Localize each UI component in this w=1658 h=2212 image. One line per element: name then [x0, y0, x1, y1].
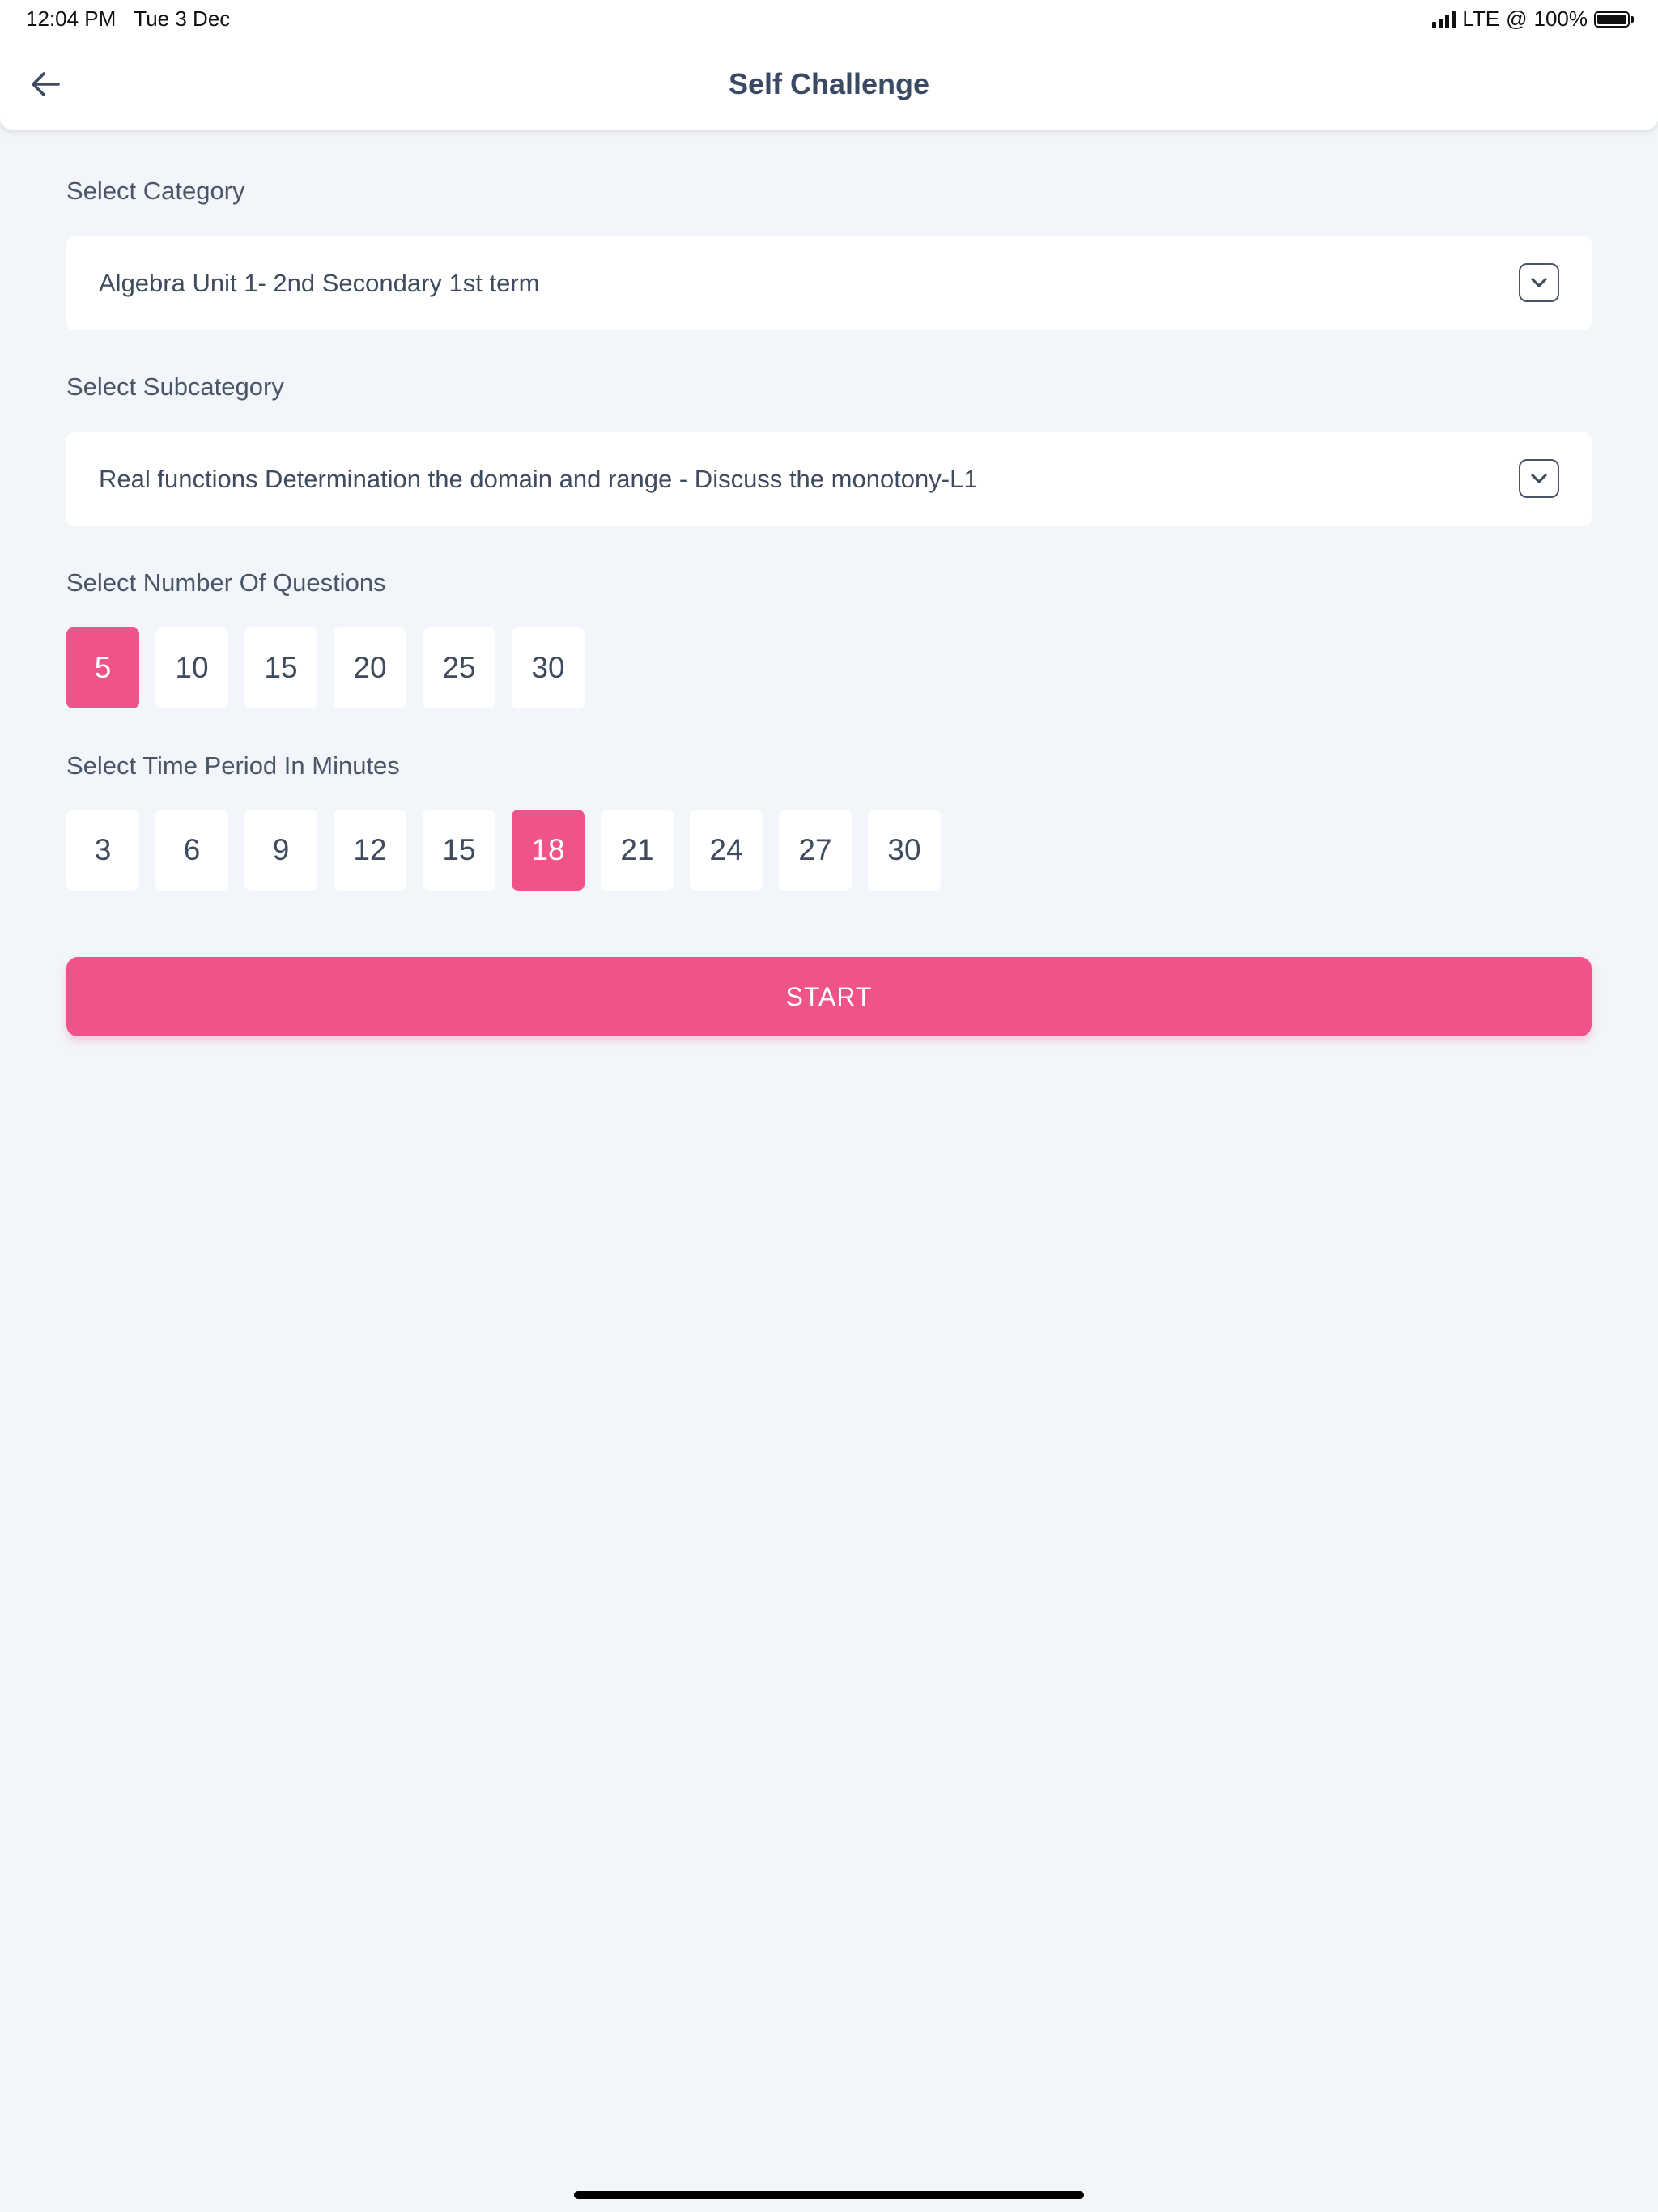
- status-time: 12:04 PM: [26, 6, 117, 31]
- subcategory-label: Select Subcategory: [66, 372, 284, 401]
- time-option[interactable]: 3: [66, 810, 139, 891]
- time-option[interactable]: 21: [601, 810, 674, 891]
- subcategory-value: Real functions Determination the domain …: [99, 465, 978, 493]
- network-type: LTE: [1462, 6, 1500, 31]
- question-option[interactable]: 20: [334, 627, 406, 708]
- question-option[interactable]: 25: [423, 627, 495, 708]
- status-right: LTE @ 100%: [1432, 6, 1634, 32]
- status-date: Tue 3 Dec: [134, 6, 231, 31]
- question-option[interactable]: 10: [155, 627, 228, 708]
- time-option[interactable]: 24: [690, 810, 763, 891]
- battery-fill: [1597, 14, 1626, 24]
- time-option[interactable]: 12: [334, 810, 406, 891]
- time-period-label: Select Time Period In Minutes: [66, 751, 400, 780]
- time-option[interactable]: 18: [512, 810, 585, 891]
- battery-icon: [1594, 11, 1634, 28]
- app-header: 12:04 PM Tue 3 Dec LTE @ 100% Self Chall…: [0, 0, 1658, 130]
- time-option[interactable]: 27: [779, 810, 852, 891]
- time-option[interactable]: 6: [155, 810, 228, 891]
- battery-percent: 100%: [1533, 6, 1588, 31]
- time-period-options: 3 6 9 12 15 18 21 24 27 30: [66, 810, 941, 891]
- status-left: 12:04 PM Tue 3 Dec: [26, 6, 230, 32]
- subcategory-select[interactable]: Real functions Determination the domain …: [66, 432, 1592, 526]
- category-value: Algebra Unit 1- 2nd Secondary 1st term: [99, 269, 540, 297]
- category-select[interactable]: Algebra Unit 1- 2nd Secondary 1st term: [66, 236, 1592, 330]
- questions-options: 5 10 15 20 25 30: [66, 627, 585, 708]
- question-option[interactable]: 15: [244, 627, 317, 708]
- questions-label: Select Number Of Questions: [66, 568, 386, 597]
- time-option[interactable]: 15: [423, 810, 495, 891]
- chevron-down-icon[interactable]: [1519, 263, 1559, 302]
- category-label: Select Category: [66, 177, 245, 205]
- question-option[interactable]: 30: [512, 627, 585, 708]
- time-option[interactable]: 30: [868, 810, 941, 891]
- signal-icon: [1432, 11, 1456, 28]
- arrow-left-icon: [32, 72, 60, 96]
- page-title: Self Challenge: [728, 67, 930, 100]
- start-button[interactable]: START: [66, 957, 1592, 1036]
- question-option[interactable]: 5: [66, 627, 139, 708]
- chevron-down-icon[interactable]: [1519, 459, 1559, 498]
- back-button[interactable]: [24, 63, 66, 105]
- location-lock-icon: @: [1506, 6, 1528, 31]
- status-bar: 12:04 PM Tue 3 Dec LTE @ 100%: [0, 0, 1658, 39]
- time-option[interactable]: 9: [244, 810, 317, 891]
- home-indicator[interactable]: [574, 2191, 1084, 2199]
